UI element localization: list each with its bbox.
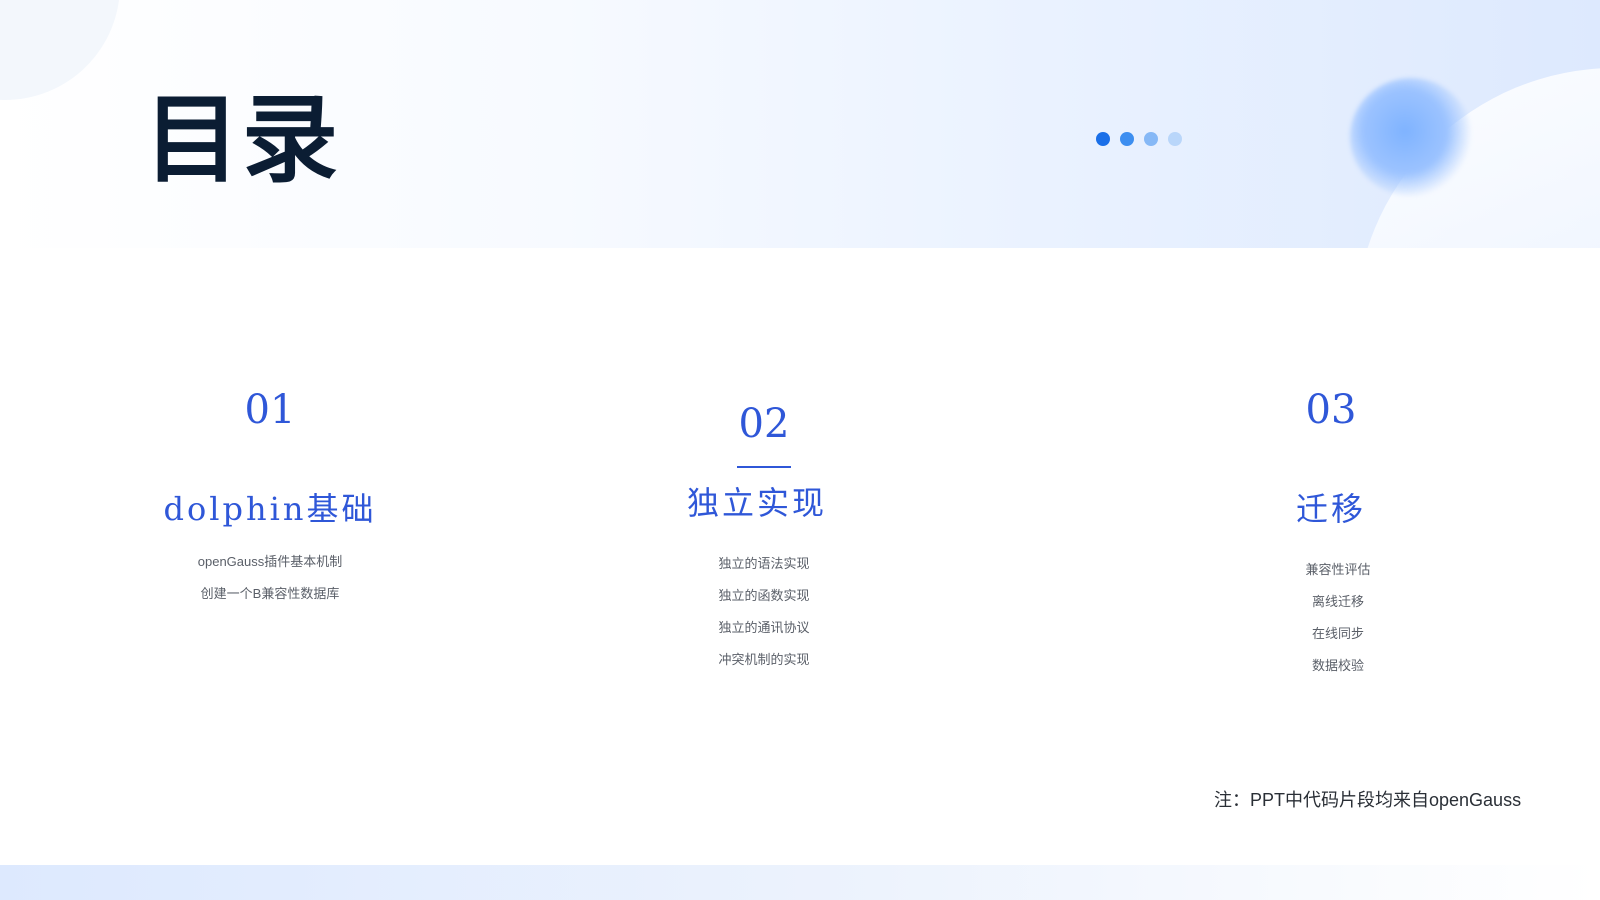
decorative-blue-orb (1350, 78, 1472, 196)
slide-indicator-dots (1096, 132, 1182, 146)
list-item: 数据校验 (1311, 658, 1364, 673)
list-item: 在线同步 (1311, 626, 1364, 641)
footnote: 注：PPT中代码片段均来自openGauss (1214, 790, 1522, 810)
section-number: 02 (738, 401, 790, 447)
section-title: dolphin基础 (163, 490, 377, 528)
indicator-dot-3 (1144, 132, 1158, 146)
section-title: 独立实现 (686, 484, 827, 522)
section-divider (737, 466, 791, 468)
section-number: 03 (1305, 387, 1357, 433)
section-item-list: 独立的语法实现 独立的函数实现 独立的通讯协议 冲突机制的实现 (584, 548, 944, 676)
list-item: 创建一个B兼容性数据库 (200, 586, 340, 601)
section-item-list: openGauss插件基本机制 创建一个B兼容性数据库 (90, 546, 450, 610)
page-title: 目录 (144, 84, 340, 196)
indicator-dot-2 (1120, 132, 1134, 146)
section-number: 01 (244, 387, 296, 433)
list-item: 兼容性评估 (1305, 562, 1371, 577)
indicator-dot-4 (1168, 132, 1182, 146)
section-03: 03 迁移 兼容性评估 离线迁移 在线同步 数据校验 (1151, 390, 1511, 682)
section-title: 迁移 (1295, 490, 1366, 528)
list-item: 离线迁移 (1311, 594, 1364, 609)
list-item: 独立的通讯协议 (718, 620, 810, 635)
list-item: openGauss插件基本机制 (197, 554, 343, 569)
section-01: 01 dolphin基础 openGauss插件基本机制 创建一个B兼容性数据库 (90, 390, 450, 610)
list-item: 冲突机制的实现 (718, 652, 810, 667)
indicator-dot-1 (1096, 132, 1110, 146)
section-02: 02 独立实现 独立的语法实现 独立的函数实现 独立的通讯协议 冲突机制的实现 (584, 404, 944, 676)
decorative-corner-arc (0, 0, 120, 100)
footer-band (0, 865, 1600, 900)
list-item: 独立的函数实现 (718, 588, 810, 603)
section-item-list: 兼容性评估 离线迁移 在线同步 数据校验 (1165, 554, 1511, 682)
list-item: 独立的语法实现 (718, 556, 810, 571)
